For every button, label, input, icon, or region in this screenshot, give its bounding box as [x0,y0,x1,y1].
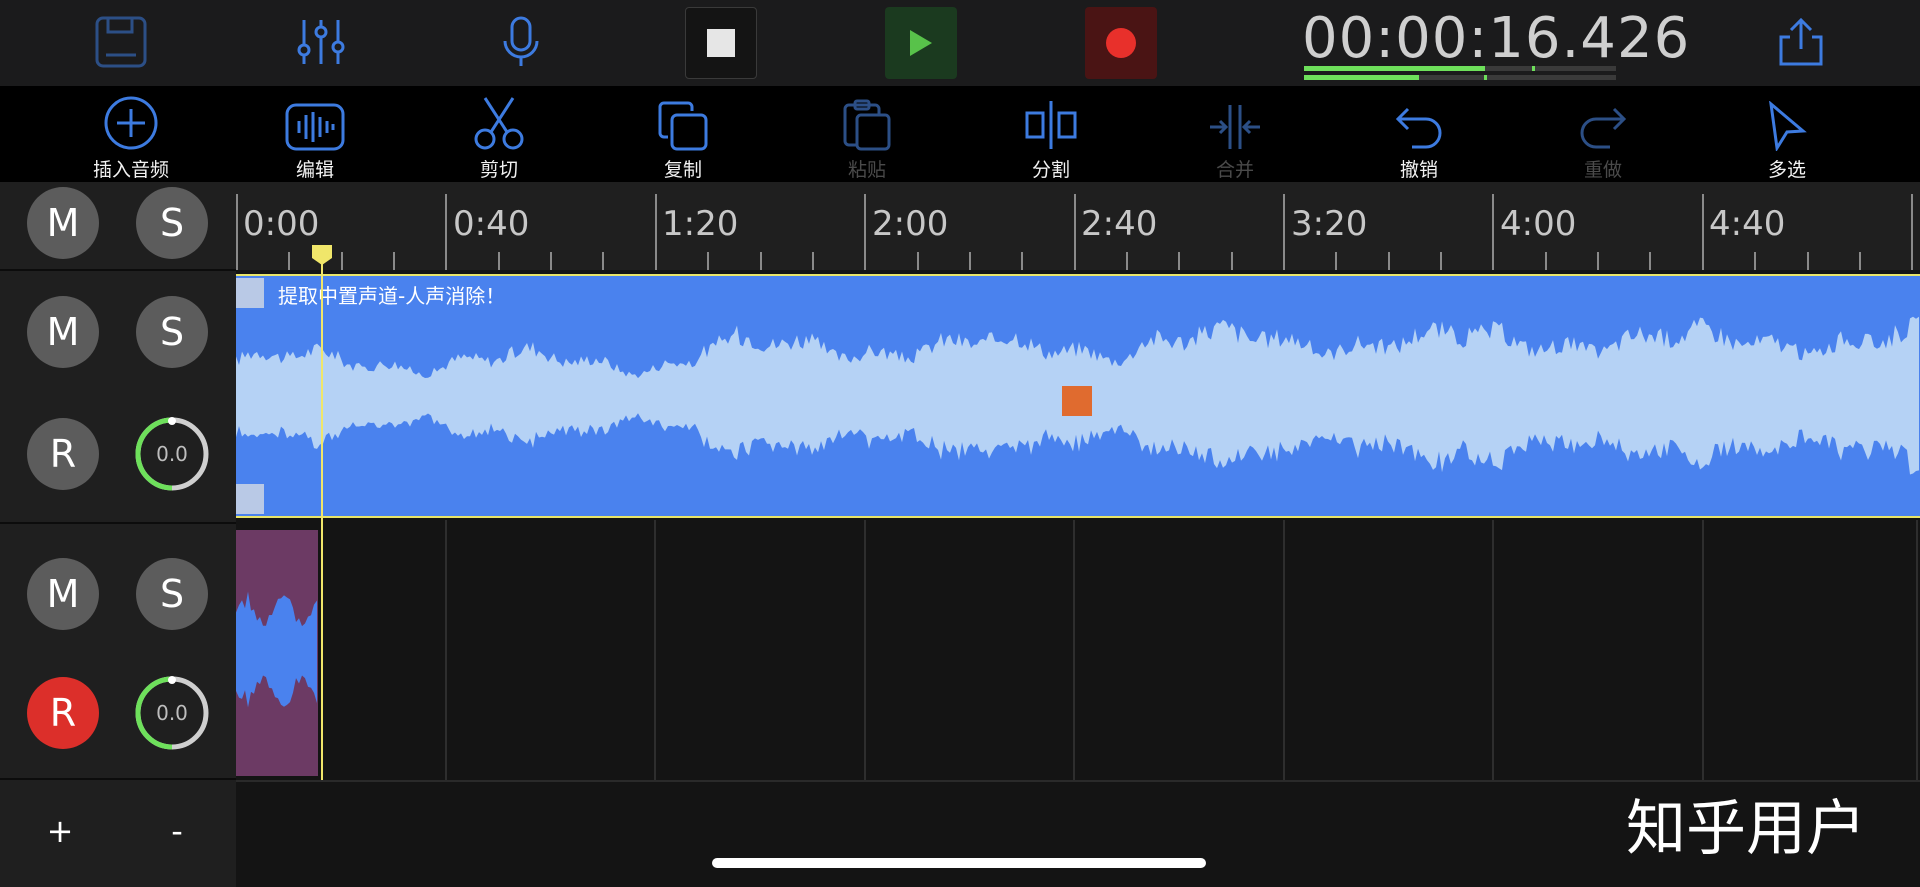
ruler-label: 4:00 [1500,204,1577,244]
grid-line [1073,520,1075,780]
transport-bar: 00:00:16.426 [0,0,1920,86]
add-track-button[interactable]: + [40,812,80,850]
ruler-label: 2:00 [872,204,949,244]
level-peak-tick [1484,75,1487,80]
record-icon [1106,28,1136,58]
undo-button[interactable]: 撤销 [1354,86,1484,182]
grid-line [1916,520,1918,780]
record-button[interactable] [1085,7,1157,79]
edit-toolbar: 插入音频 编辑 剪切 复制 粘贴 分割 合并 撤销 重做 多选 [0,86,1920,182]
paste-icon [843,99,891,151]
level-meter-fill [1304,75,1420,80]
ruler-label: 3:20 [1291,204,1368,244]
track2-solo-button[interactable]: S [136,558,208,630]
waveform [236,591,317,708]
grid-line [1283,520,1285,780]
toolbar-label: 重做 [1583,159,1622,181]
copy-button[interactable]: 复制 [618,86,748,182]
ruler-label: 4:40 [1709,204,1786,244]
split-icon [1025,101,1077,149]
home-indicator [712,858,1206,868]
redo-icon [1580,107,1627,149]
insert-audio-icon [104,96,158,150]
split-button[interactable]: 分割 [986,86,1116,182]
ruler-label: 0:40 [453,204,530,244]
toolbar-label: 插入音频 [92,159,169,181]
master-mute-button[interactable]: M [27,187,99,259]
multi-select-button[interactable]: 多选 [1722,86,1852,182]
remove-track-button[interactable]: - [157,812,197,850]
track1-mute-button[interactable]: M [27,296,99,368]
track-controls-panel: M S M S R 0.0 M S R 0.0 [0,182,236,887]
level-meter-right [1304,75,1616,80]
stop-icon [707,29,735,57]
paste-button[interactable]: 粘贴 [802,86,932,182]
track2-record-button[interactable]: R [27,677,99,749]
save-icon[interactable] [93,14,149,70]
grid-line [864,520,866,780]
row-divider [0,522,236,524]
multi-select-icon [1769,101,1807,151]
playhead-line [321,250,323,780]
track1-volume-knob[interactable]: 0.0 [134,416,210,492]
time-ruler[interactable]: 0:00 0:40 1:20 2:00 2:40 3:20 4:00 4:40 [236,182,1920,270]
insert-audio-button[interactable]: 插入音频 [66,86,196,182]
toolbar-label: 分割 [1031,159,1070,181]
ruler-label: 2:40 [1081,204,1158,244]
toolbar-label: 编辑 [295,159,334,181]
redo-button[interactable]: 重做 [1538,86,1668,182]
playhead-handle[interactable] [311,244,333,266]
watermark: 知乎用户 [1626,794,1866,864]
microphone-icon[interactable] [493,14,549,70]
level-meter-left [1304,66,1616,71]
row-divider [0,778,236,780]
toolbar-label: 复制 [663,159,702,181]
master-solo-button[interactable]: S [136,187,208,259]
merge-icon [1210,105,1260,149]
merge-button[interactable]: 合并 [1170,86,1300,182]
play-button[interactable] [885,7,957,79]
undo-icon [1395,107,1442,149]
row-divider [0,269,236,271]
audio-clip-track2[interactable] [236,530,318,776]
edit-button[interactable]: 编辑 [250,86,380,182]
track1-solo-button[interactable]: S [136,296,208,368]
play-icon [910,30,932,56]
ruler-label: 0:00 [243,204,320,244]
toolbar-label: 粘贴 [847,159,886,181]
timecode-display: 00:00:16.426 [1302,6,1691,71]
cut-button[interactable]: 剪切 [434,86,564,182]
toolbar-label: 合并 [1215,159,1254,181]
toolbar-label: 撤销 [1399,159,1438,181]
track2-mute-button[interactable]: M [27,558,99,630]
clip-end-handle[interactable] [236,484,264,514]
toolbar-label: 多选 [1767,159,1806,181]
volume-value: 0.0 [156,701,188,725]
tracks-area[interactable]: 提取中置声道-人声消除！ [236,270,1920,780]
audio-clip-track1[interactable]: 提取中置声道-人声消除！ [236,274,1920,518]
clip-start-handle[interactable] [236,278,264,308]
edit-waveform-icon [285,103,345,151]
grid-line [654,520,656,780]
grid-line [1492,520,1494,780]
mixer-icon[interactable] [293,14,349,70]
grid-line [1702,520,1704,780]
volume-value: 0.0 [156,442,188,466]
share-icon[interactable] [1773,14,1829,70]
track1-record-button[interactable]: R [27,418,99,490]
grid-line [445,520,447,780]
scissors-icon [474,97,524,150]
ruler-label: 1:20 [662,204,739,244]
stop-button[interactable] [685,7,757,79]
clip-title: 提取中置声道-人声消除！ [278,284,506,308]
track2-volume-knob[interactable]: 0.0 [134,675,210,751]
copy-icon [658,101,708,151]
clip-marker[interactable] [1062,386,1092,416]
level-peak-tick [1532,66,1535,71]
level-meter-fill [1304,66,1485,71]
toolbar-label: 剪切 [479,159,518,181]
